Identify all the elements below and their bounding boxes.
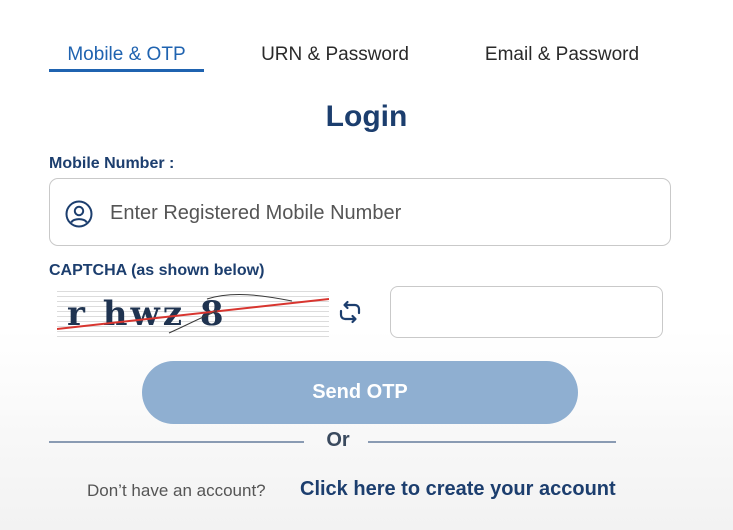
no-account-text: Don’t have an account? <box>87 481 266 500</box>
create-account-link[interactable]: Click here to create your account <box>300 478 616 501</box>
tab-mobile-otp[interactable]: Mobile & OTP <box>49 44 204 70</box>
or-separator: Or <box>326 429 350 451</box>
refresh-icon[interactable] <box>337 299 363 325</box>
captcha-image: r hwz 8 <box>57 287 329 337</box>
page-title: Login <box>325 100 408 133</box>
user-circle-icon <box>65 200 93 228</box>
send-otp-button[interactable]: Send OTP <box>142 361 578 424</box>
divider-left <box>49 441 304 443</box>
active-tab-indicator <box>49 69 204 72</box>
divider-right <box>368 441 616 443</box>
captcha-input[interactable] <box>390 286 663 338</box>
captcha-label: CAPTCHA (as shown below) <box>49 262 265 279</box>
captcha-noise-lines <box>57 294 329 334</box>
tab-urn-password[interactable]: URN & Password <box>250 44 420 70</box>
tab-email-password[interactable]: Email & Password <box>472 44 652 70</box>
mobile-number-input[interactable] <box>108 191 652 235</box>
mobile-number-label: Mobile Number : <box>49 155 175 172</box>
mobile-number-field[interactable] <box>49 178 671 246</box>
